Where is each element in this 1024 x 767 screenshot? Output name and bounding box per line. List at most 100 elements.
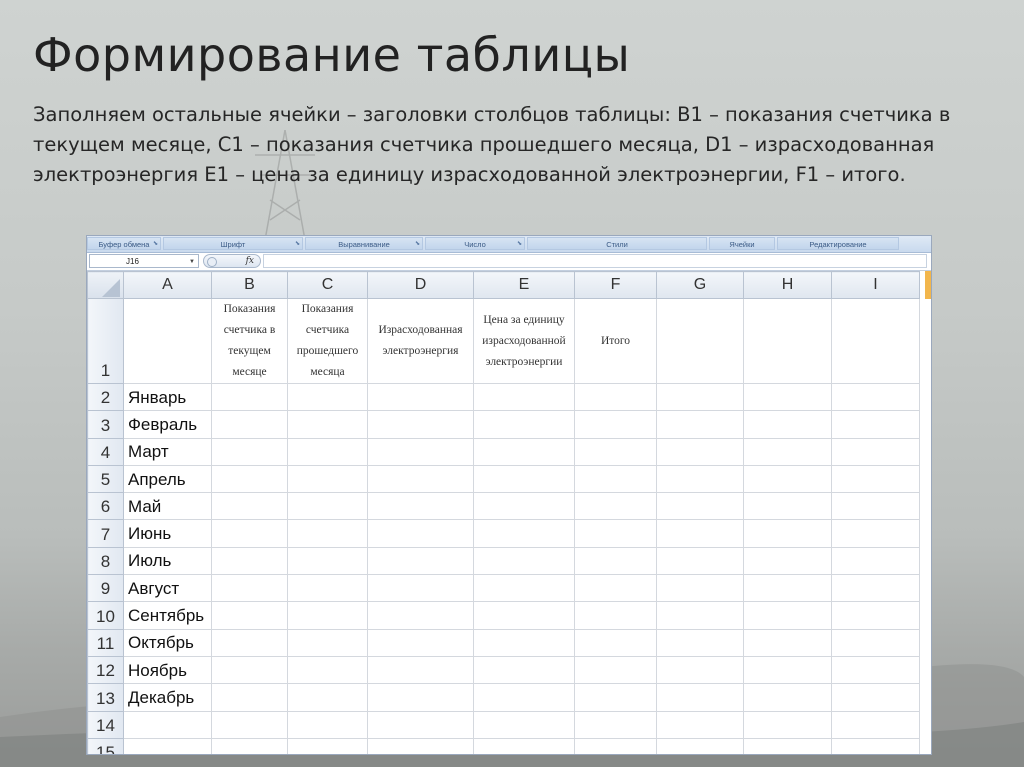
cell[interactable]: [211, 683, 288, 712]
cell[interactable]: [367, 628, 474, 657]
cell[interactable]: [831, 737, 920, 754]
cell[interactable]: [831, 628, 920, 657]
cell[interactable]: [287, 601, 368, 630]
cell[interactable]: [367, 410, 474, 439]
row-header[interactable]: 14: [87, 710, 124, 739]
cell[interactable]: [287, 710, 368, 739]
cell[interactable]: [831, 410, 920, 439]
cell[interactable]: [656, 601, 744, 630]
cell-b1[interactable]: Показания счетчика в текущем месяце: [211, 298, 288, 384]
cell[interactable]: [473, 574, 575, 603]
cell[interactable]: [831, 601, 920, 630]
cell[interactable]: [211, 410, 288, 439]
cell[interactable]: [287, 683, 368, 712]
cell-month[interactable]: [123, 710, 212, 739]
cell[interactable]: [574, 628, 657, 657]
cell[interactable]: [211, 464, 288, 494]
cell[interactable]: [287, 410, 368, 439]
cell-d1[interactable]: Израсходованная электроэнергия: [367, 298, 474, 384]
name-box[interactable]: J16 ▼: [89, 254, 199, 268]
cell[interactable]: [574, 546, 657, 576]
cell[interactable]: [656, 519, 744, 548]
cell[interactable]: [656, 737, 744, 754]
cell[interactable]: [473, 382, 575, 412]
ribbon-group-font[interactable]: Шрифт ⬊: [163, 237, 303, 250]
cell[interactable]: [211, 574, 288, 603]
cell[interactable]: [367, 464, 474, 494]
cell[interactable]: [656, 410, 744, 439]
cell[interactable]: [574, 574, 657, 603]
cell[interactable]: [473, 683, 575, 712]
cell[interactable]: [743, 382, 832, 412]
ribbon-group-editing[interactable]: Редактирование: [777, 237, 899, 250]
cell-e1[interactable]: Цена за единицу израсходованной электроэ…: [473, 298, 575, 384]
cell[interactable]: [473, 546, 575, 576]
cell[interactable]: [831, 546, 920, 576]
cell[interactable]: [743, 437, 832, 466]
cell[interactable]: [367, 437, 474, 466]
cell-month[interactable]: Май: [123, 492, 212, 521]
cell[interactable]: [574, 737, 657, 754]
row-header[interactable]: 5: [87, 464, 124, 494]
column-header-f[interactable]: F: [574, 271, 657, 299]
row-header[interactable]: 15: [87, 737, 124, 754]
cell[interactable]: [367, 601, 474, 630]
cell[interactable]: [743, 519, 832, 548]
cell-f1[interactable]: Итого: [574, 298, 657, 384]
cell[interactable]: [473, 710, 575, 739]
cell[interactable]: [473, 492, 575, 521]
ribbon-group-styles[interactable]: Стили: [527, 237, 707, 250]
cell-a1[interactable]: [123, 298, 212, 384]
cell-month[interactable]: Март: [123, 437, 212, 466]
column-header-h[interactable]: H: [743, 271, 832, 299]
row-header[interactable]: 6: [87, 492, 124, 521]
cell[interactable]: [831, 464, 920, 494]
cell[interactable]: [211, 601, 288, 630]
cell[interactable]: [743, 683, 832, 712]
cell[interactable]: [211, 437, 288, 466]
ribbon-group-clipboard[interactable]: Буфер обмена ⬊: [87, 237, 161, 250]
cell[interactable]: [367, 683, 474, 712]
cell[interactable]: [656, 382, 744, 412]
ribbon-group-alignment[interactable]: Выравнивание ⬊: [305, 237, 423, 250]
cell-month[interactable]: Октябрь: [123, 628, 212, 657]
resize-handle-icon[interactable]: [207, 257, 217, 267]
cell-g1[interactable]: [656, 298, 744, 384]
row-header[interactable]: 7: [87, 519, 124, 548]
cell[interactable]: [831, 655, 920, 685]
cell[interactable]: [656, 628, 744, 657]
cell-c1[interactable]: Показания счетчика прошедшего месяца: [287, 298, 368, 384]
cell[interactable]: [574, 601, 657, 630]
cell[interactable]: [656, 546, 744, 576]
cell[interactable]: [743, 601, 832, 630]
cell[interactable]: [287, 492, 368, 521]
cell[interactable]: [211, 382, 288, 412]
cell[interactable]: [743, 464, 832, 494]
cell[interactable]: [831, 574, 920, 603]
cell-month[interactable]: Апрель: [123, 464, 212, 494]
cell[interactable]: [367, 710, 474, 739]
cell[interactable]: [656, 437, 744, 466]
dialog-launcher-icon[interactable]: ⬊: [153, 238, 158, 251]
cell[interactable]: [743, 410, 832, 439]
row-header[interactable]: 8: [87, 546, 124, 576]
dialog-launcher-icon[interactable]: ⬊: [517, 238, 522, 251]
row-header[interactable]: 10: [87, 601, 124, 630]
cell[interactable]: [656, 574, 744, 603]
row-header[interactable]: 11: [87, 628, 124, 657]
cell[interactable]: [574, 655, 657, 685]
column-header-d[interactable]: D: [367, 271, 474, 299]
cell[interactable]: [574, 519, 657, 548]
cell[interactable]: [211, 546, 288, 576]
cell[interactable]: [574, 710, 657, 739]
cell[interactable]: [743, 574, 832, 603]
cell-month[interactable]: Февраль: [123, 410, 212, 439]
ribbon-group-cells[interactable]: Ячейки: [709, 237, 775, 250]
cell-month[interactable]: Декабрь: [123, 683, 212, 712]
cell[interactable]: [473, 464, 575, 494]
row-header[interactable]: 9: [87, 574, 124, 603]
cell[interactable]: [831, 492, 920, 521]
cell-month[interactable]: Август: [123, 574, 212, 603]
cell[interactable]: [367, 492, 474, 521]
cell[interactable]: [367, 737, 474, 754]
